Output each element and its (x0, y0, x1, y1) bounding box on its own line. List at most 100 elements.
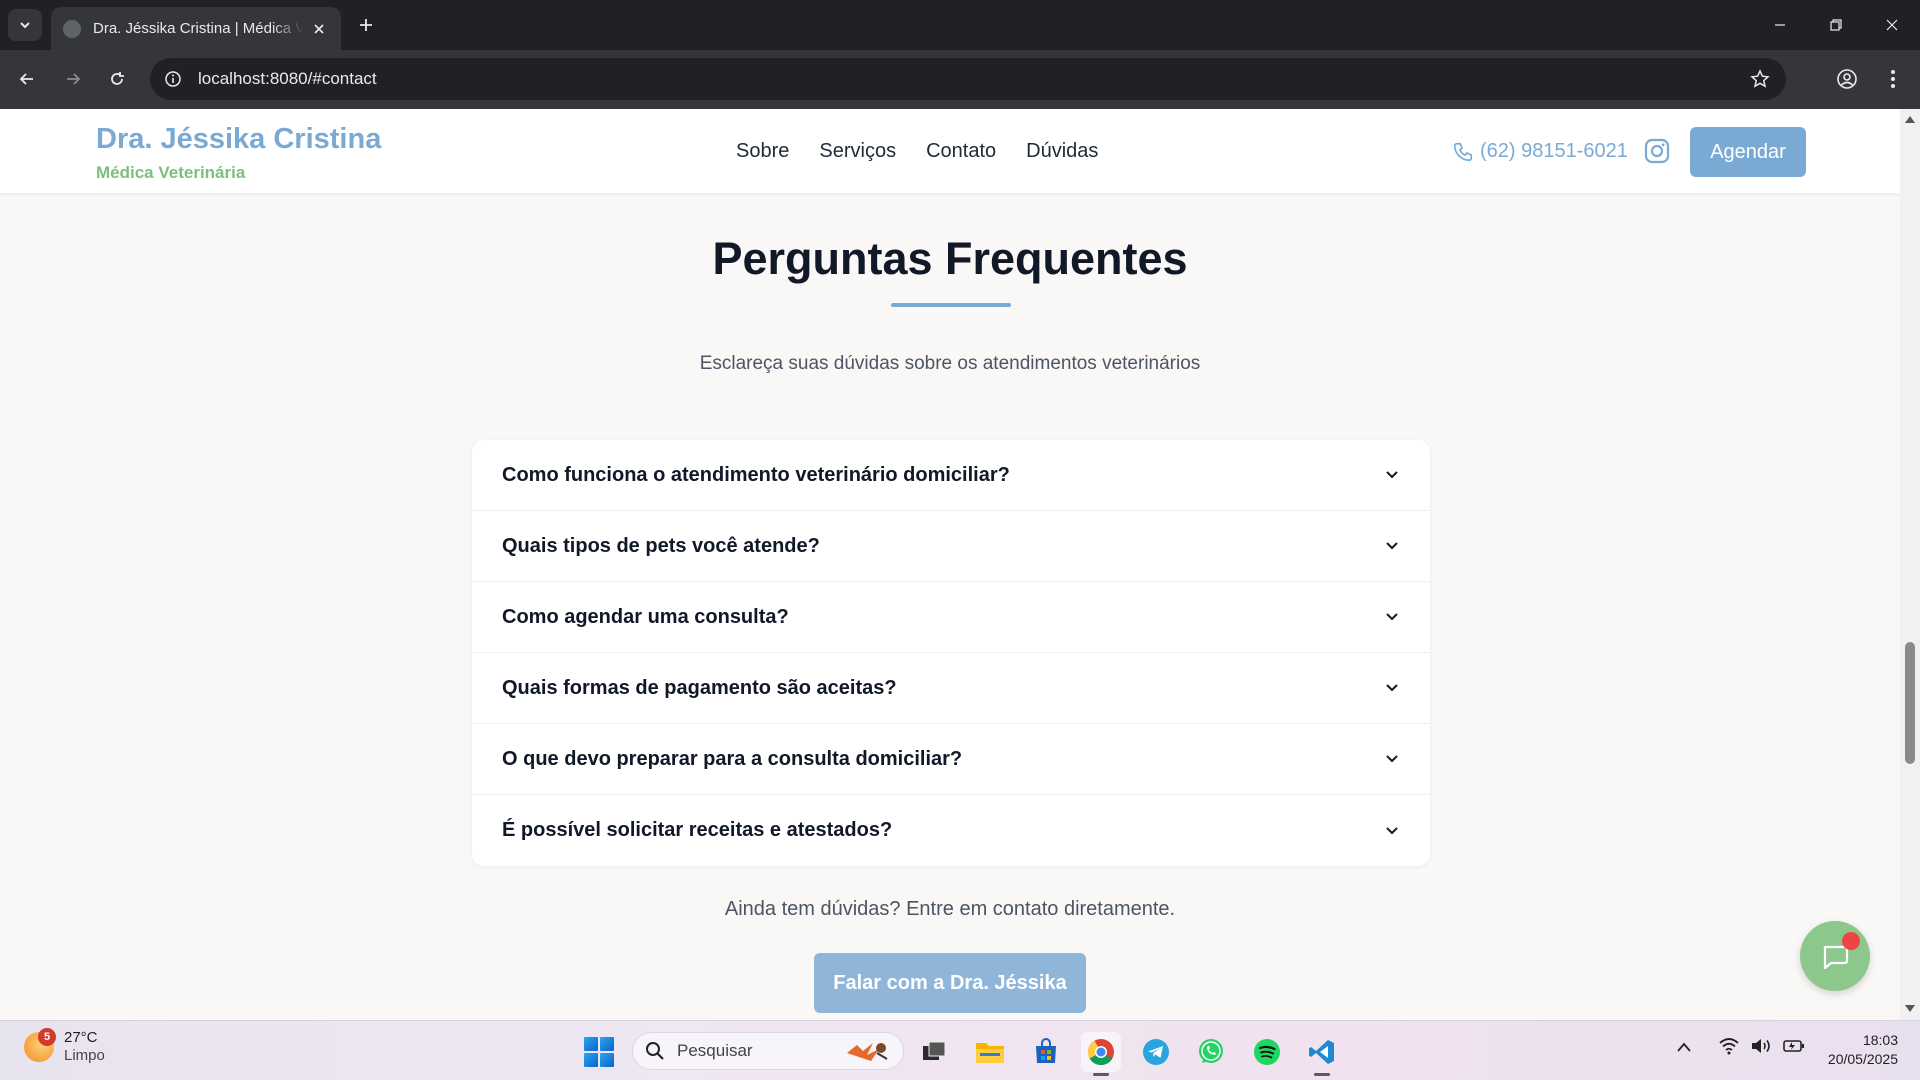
notification-dot (1842, 932, 1860, 950)
whatsapp-button[interactable] (1191, 1032, 1231, 1072)
search-highlight-icon (847, 1043, 888, 1061)
vscode-icon (1309, 1040, 1334, 1064)
chrome-button[interactable] (1081, 1032, 1121, 1076)
site-info-icon[interactable] (158, 64, 188, 94)
scroll-up-icon[interactable] (1904, 113, 1916, 125)
chevron-down-icon (20, 22, 30, 29)
profile-icon (1837, 69, 1857, 89)
task-view-button[interactable] (914, 1032, 954, 1072)
schedule-button[interactable]: Agendar (1690, 127, 1806, 177)
volume-icon[interactable] (1750, 1037, 1772, 1060)
brand-subtitle: Médica Veterinária (96, 163, 246, 182)
contact-doctor-button[interactable]: Falar com a Dra. Jéssika (814, 953, 1086, 1013)
restore-button[interactable] (1808, 0, 1864, 50)
battery-icon[interactable] (1782, 1038, 1806, 1059)
whatsapp-icon (1199, 1039, 1223, 1063)
browser-tab[interactable]: Dra. Jéssika Cristina | Médica Veterinár… (51, 7, 341, 50)
chrome-icon (1087, 1039, 1114, 1066)
faq-item[interactable]: Como funciona o atendimento veterinário … (472, 440, 1430, 511)
folder-icon (976, 1043, 1004, 1063)
file-explorer-button[interactable] (970, 1032, 1010, 1072)
scroll-down-icon[interactable] (1904, 1003, 1916, 1015)
brand-name[interactable]: Dra. Jéssika Cristina (96, 123, 381, 156)
faq-item[interactable]: O que devo preparar para a consulta domi… (472, 724, 1430, 795)
forward-button[interactable] (56, 62, 90, 96)
nav-link-contato[interactable]: Contato (926, 140, 996, 163)
weather-temperature: 27°C (64, 1029, 98, 1046)
clock-time: 18:03 (1862, 1032, 1898, 1048)
chevron-down-icon (1384, 467, 1400, 483)
faq-accordion: Como funciona o atendimento veterinário … (472, 440, 1430, 866)
back-button[interactable] (10, 62, 44, 96)
faq-subtitle: Esclareça suas dúvidas sobre os atendime… (699, 353, 1201, 374)
vscode-button[interactable] (1302, 1032, 1342, 1076)
plus-icon (360, 19, 372, 31)
globe-icon (63, 19, 81, 38)
faq-more-text: Ainda tem dúvidas? Entre em contato dire… (724, 898, 1176, 920)
faq-item[interactable]: Quais formas de pagamento são aceitas? (472, 653, 1430, 724)
faq-item[interactable]: É possível solicitar receitas e atestado… (472, 795, 1430, 866)
weather-description: Limpo (64, 1047, 105, 1064)
faq-question: O que devo preparar para a consulta domi… (502, 747, 963, 770)
reload-icon (111, 72, 124, 85)
restore-icon (1830, 19, 1842, 31)
nav-link-duvidas[interactable]: Dúvidas (1026, 140, 1098, 163)
store-button[interactable] (1026, 1032, 1066, 1072)
page-viewport: Dra. Jéssika Cristina Médica Veterinária… (0, 109, 1900, 1020)
faq-question: Quais tipos de pets você atende? (502, 534, 820, 557)
tab-search-button[interactable] (8, 9, 42, 41)
system-tray (1676, 1037, 1806, 1060)
telegram-button[interactable] (1136, 1032, 1176, 1072)
faq-question: Como funciona o atendimento veterinário … (502, 463, 1010, 486)
url-text: localhost:8080/#contact (198, 69, 377, 88)
search-placeholder: Pesquisar (677, 1041, 753, 1060)
clock-date: 20/05/2025 (1827, 1051, 1898, 1067)
nav-link-servicos[interactable]: Serviços (819, 140, 896, 163)
faq-item[interactable]: Como agendar uma consulta? (472, 582, 1430, 653)
new-tab-button[interactable] (352, 11, 380, 39)
task-view-icon (923, 1041, 946, 1060)
taskbar: 5 27°C Limpo Pesquisar 18:03 20/05/2025 (0, 1020, 1920, 1080)
phone-number: (62) 98151-6021 (1480, 140, 1628, 162)
chevron-down-icon (1384, 680, 1400, 696)
browser-menu-button[interactable] (1876, 62, 1910, 96)
search-icon (646, 1042, 664, 1060)
instagram-icon[interactable] (1644, 138, 1670, 164)
wifi-icon[interactable] (1718, 1037, 1740, 1060)
title-underline (891, 303, 1011, 307)
faq-question: É possível solicitar receitas e atestado… (502, 819, 893, 841)
spotify-icon (1254, 1039, 1280, 1065)
reload-button[interactable] (100, 62, 134, 96)
faq-question: Quais formas de pagamento são aceitas? (502, 676, 897, 699)
arrow-left-icon (19, 73, 33, 85)
bookmark-star-icon[interactable] (1748, 67, 1772, 91)
nav-link-sobre[interactable]: Sobre (736, 140, 789, 163)
show-hidden-icons-button[interactable] (1676, 1040, 1692, 1058)
chat-button[interactable] (1800, 921, 1870, 991)
weather-widget[interactable]: 5 27°C Limpo (24, 1028, 105, 1065)
faq-section: Perguntas Frequentes Esclareça suas dúvi… (0, 193, 1900, 1020)
profile-button[interactable] (1830, 62, 1864, 96)
phone-link[interactable]: (62) 98151-6021 (1452, 140, 1628, 163)
arrow-right-icon (67, 73, 81, 85)
faq-item[interactable]: Quais tipos de pets você atende? (472, 511, 1430, 582)
minimize-icon (1775, 24, 1785, 26)
tab-title: Dra. Jéssika Cristina | Médica Veterinár… (93, 20, 303, 37)
minimize-button[interactable] (1752, 0, 1808, 50)
chevron-down-icon (1384, 823, 1400, 839)
site-header: Dra. Jéssika Cristina Médica Veterinária… (0, 109, 1900, 193)
start-button[interactable] (584, 1037, 614, 1067)
taskbar-search[interactable]: Pesquisar (632, 1032, 904, 1070)
chevron-down-icon (1384, 538, 1400, 554)
close-window-button[interactable] (1864, 0, 1920, 50)
store-icon (1036, 1038, 1056, 1063)
close-icon (1886, 19, 1898, 31)
more-vertical-icon (1891, 70, 1895, 88)
telegram-icon (1143, 1039, 1169, 1065)
scroll-thumb[interactable] (1905, 642, 1915, 764)
spotify-button[interactable] (1247, 1032, 1287, 1072)
clock[interactable]: 18:03 20/05/2025 (1828, 1031, 1898, 1069)
tab-close-button[interactable] (309, 19, 329, 39)
page-scrollbar[interactable] (1900, 109, 1920, 1020)
address-bar[interactable]: localhost:8080/#contact (150, 58, 1786, 100)
